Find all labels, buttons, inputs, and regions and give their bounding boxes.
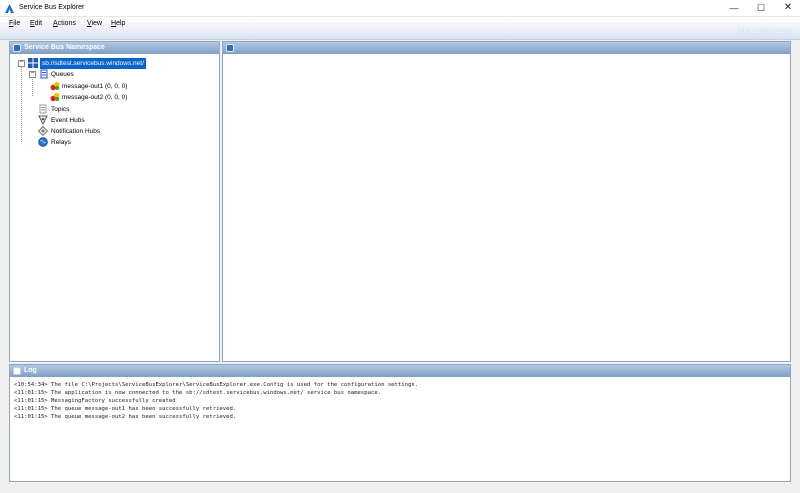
tree-guide-line [21, 64, 22, 142]
menu-actions[interactable]: Actions [53, 20, 76, 27]
queue-status-icon [50, 92, 60, 102]
log-line: <10:54:34> The file C:\Projects\ServiceB… [14, 382, 419, 388]
windows-logo-icon [28, 58, 38, 68]
menu-file[interactable]: File [9, 20, 20, 27]
menu-help[interactable]: Help [111, 20, 125, 27]
log-line: <11:01:15> The queue message-out2 has be… [14, 414, 237, 420]
tree-notification-hubs-label[interactable]: Notification Hubs [51, 126, 100, 137]
window-title: Service Bus Explorer [19, 4, 85, 11]
log-header-icon [13, 367, 21, 375]
queue-status-icon [50, 81, 60, 91]
tree-topics-label[interactable]: Topics [51, 104, 69, 115]
collapse-icon[interactable]: − [29, 70, 36, 78]
queue-icon [40, 69, 48, 79]
log-output[interactable]: <10:54:34> The file C:\Projects\ServiceB… [14, 381, 786, 479]
maximize-button[interactable]: ☐ [749, 0, 773, 17]
namespace-header-icon [13, 44, 21, 52]
log-panel-title: Log [24, 367, 37, 374]
queue-label[interactable]: message-out2 (0, 0, 0) [62, 92, 127, 103]
notification-hub-icon [38, 126, 48, 136]
menu-bar: File Edit Actions View Help Microsoft Az… [0, 17, 800, 40]
collapse-icon[interactable]: − [18, 59, 25, 67]
log-panel: Log <10:54:34> The file C:\Projects\Serv… [9, 364, 791, 482]
event-hub-icon [38, 115, 48, 125]
title-bar: Service Bus Explorer — ☐ ✕ [0, 0, 800, 17]
minimize-button[interactable]: — [722, 0, 746, 17]
tree-root-label[interactable]: sb://sdtest.servicebus.windows.net/ [40, 58, 146, 69]
tree-event-hubs-label[interactable]: Event Hubs [51, 115, 85, 126]
log-panel-header: Log [10, 365, 790, 377]
details-header-icon [226, 44, 234, 52]
relay-globe-icon [38, 137, 48, 147]
close-button[interactable]: ✕ [776, 0, 800, 17]
menu-edit[interactable]: Edit [30, 20, 42, 27]
tree-queues-label[interactable]: Queues [51, 69, 74, 80]
log-line: <11:01:15> MessagingFactory successfully… [14, 398, 176, 404]
tree-relays-label[interactable]: Relays [51, 137, 71, 148]
namespace-panel: Service Bus Namespace − sb://sdtest.serv… [9, 41, 220, 362]
brand-label: Microsoft Azure [736, 26, 792, 35]
queue-label[interactable]: message-out1 (0, 0, 0) [62, 81, 127, 92]
details-panel-header [223, 42, 790, 54]
details-panel [222, 41, 791, 362]
namespace-tree: − sb://sdtest.servicebus.windows.net/ − … [10, 56, 219, 361]
log-line: <11:01:15> The application is now connec… [14, 390, 382, 396]
namespace-panel-title: Service Bus Namespace [24, 44, 105, 51]
topic-icon [39, 104, 47, 114]
menu-view[interactable]: View [87, 20, 102, 27]
app-logo-icon [5, 4, 14, 13]
namespace-panel-header: Service Bus Namespace [10, 42, 219, 54]
log-line: <11:01:15> The queue message-out1 has be… [14, 406, 237, 412]
